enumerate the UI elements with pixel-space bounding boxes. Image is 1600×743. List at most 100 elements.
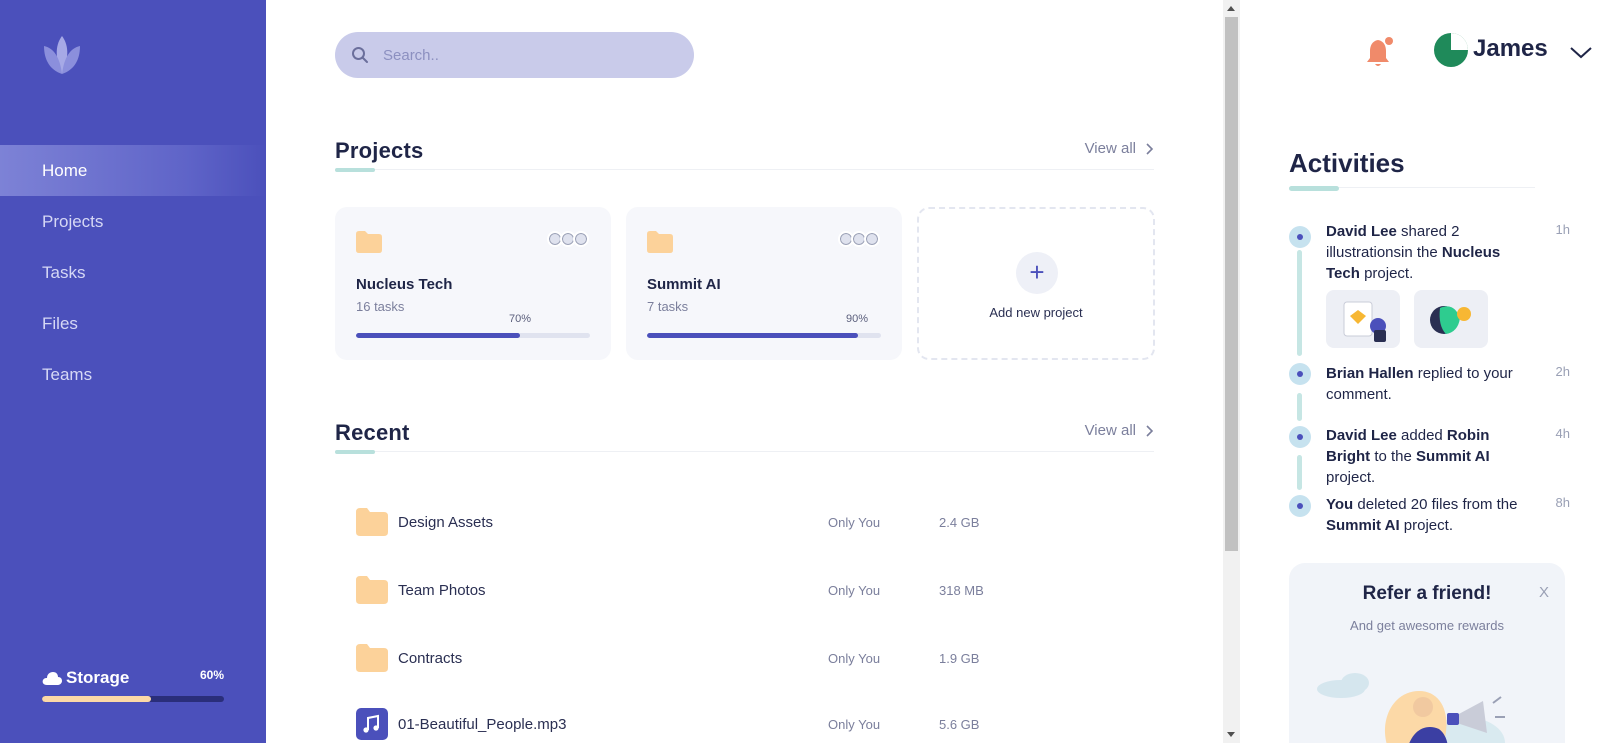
file-access: Only You [828,650,881,666]
folder-icon [356,643,388,673]
timeline-line [1297,393,1302,421]
file-access: Only You [828,716,881,732]
timeline-dot [1289,363,1311,385]
add-new-project-card[interactable]: + Add new project [917,207,1155,360]
projects-view-all-link[interactable]: View all [1085,140,1154,157]
lotus-logo-icon[interactable] [40,34,84,76]
file-name: Team Photos [398,581,486,599]
activity-text: Brian Hallen replied to your comment. [1326,365,1513,403]
folder-icon [647,231,673,253]
refer-title: Refer a friend! [1362,583,1492,604]
activity-text: David Lee shared 2 illustrationsin the N… [1326,223,1501,282]
project-task-count: 16 tasks [356,299,405,314]
scroll-down-arrow-icon[interactable] [1227,732,1235,737]
activity-text: David Lee added Robin Bright to the Summ… [1326,427,1490,486]
project-task-count: 7 tasks [647,299,689,314]
file-row[interactable]: Team Photos Only You 318 MB [356,570,1146,610]
scrollbar[interactable] [1223,0,1240,743]
project-progress-fill [356,333,520,338]
search-icon [352,47,368,63]
file-row[interactable]: 01-Beautiful_People.mp3 Only You 5.6 GB [356,704,1146,743]
scroll-up-arrow-icon[interactable] [1227,6,1235,11]
timeline-dot [1289,226,1311,248]
file-size: 1.9 GB [939,650,980,666]
nav-item-home[interactable]: Home [0,145,266,196]
chevron-right-icon [1146,142,1154,155]
nav-item-files[interactable]: Files [0,298,266,349]
storage-bar [42,696,224,702]
project-progress-bar [647,333,881,338]
notification-bell-icon[interactable] [1365,36,1395,70]
storage-label: Storage [66,668,130,687]
file-access: Only You [828,514,881,530]
plus-icon[interactable]: + [1016,252,1058,294]
member-avatars [838,231,880,247]
activities-title: Activities [1289,148,1405,178]
file-size: 318 MB [939,582,984,598]
file-row[interactable]: Contracts Only You 1.9 GB [356,638,1146,678]
main-content: Projects View all Nucleus Tech 16 tasks … [266,0,1223,743]
activity-panel: James Activities David Lee shared 2 illu… [1240,0,1600,743]
project-progress-label: 90% [846,313,869,325]
music-icon [356,708,388,740]
megaphone-illustration [1317,673,1505,743]
refer-subtitle: And get awesome rewards [1350,618,1504,633]
recent-view-all-label: View all [1084,422,1136,439]
illustration-thumbnail[interactable] [1326,290,1400,348]
recent-header: Recent View all [335,420,1154,454]
search-input[interactable] [383,46,663,64]
chevron-down-icon[interactable] [1570,47,1592,59]
search-bar[interactable] [335,32,694,78]
file-name: 01-Beautiful_People.mp3 [398,715,567,733]
storage-widget: Storage 60% [42,668,224,702]
activities-title-underline [1289,186,1339,191]
folder-icon [356,231,382,253]
file-size: 5.6 GB [939,716,980,732]
sidebar: Home Projects Tasks Files Teams Storage … [0,0,266,743]
timeline-dot [1289,495,1311,517]
projects-title: Projects [335,138,424,163]
timeline-line [1297,250,1302,356]
project-progress-bar [356,333,590,338]
project-card-summit-ai[interactable]: Summit AI 7 tasks 90% [626,207,902,360]
cloud-icon [42,672,62,685]
storage-bar-fill [42,696,152,702]
activity-text: You deleted 20 files from the Summit AI … [1326,496,1518,534]
timeline-line [1297,455,1302,490]
member-avatars [547,231,589,247]
nav-item-projects[interactable]: Projects [0,196,266,247]
user-name[interactable]: James [1473,35,1548,63]
activity-time: 2h [1555,364,1570,379]
folder-icon [356,507,388,537]
project-name: Summit AI [647,276,721,293]
project-progress-label: 70% [509,313,532,325]
illustration-thumbnail[interactable] [1414,290,1488,348]
close-icon[interactable]: X [1539,584,1549,601]
timeline-dot [1289,426,1311,448]
sidebar-nav: Home Projects Tasks Files Teams [0,145,266,400]
add-new-project-label: Add new project [989,305,1083,320]
activity-time: 8h [1555,495,1570,510]
file-name: Contracts [398,649,463,667]
recent-title-underline [335,450,375,454]
nav-item-tasks[interactable]: Tasks [0,247,266,298]
user-avatar[interactable] [1433,32,1469,68]
project-progress-fill [647,333,858,338]
recent-view-all-link[interactable]: View all [1085,422,1154,439]
storage-title: Storage [42,668,129,688]
folder-icon [356,575,388,605]
projects-title-underline [335,168,375,172]
nav-item-teams[interactable]: Teams [0,349,266,400]
project-name: Nucleus Tech [356,276,453,293]
storage-percent: 60% [199,668,224,682]
file-access: Only You [828,582,881,598]
file-size: 2.4 GB [939,514,980,530]
chevron-right-icon [1146,424,1154,437]
activity-time: 4h [1555,426,1570,441]
file-row[interactable]: Design Assets Only You 2.4 GB [356,502,1146,542]
projects-header: Projects View all [335,138,1154,172]
file-name: Design Assets [398,513,494,531]
scroll-thumb[interactable] [1225,17,1238,551]
project-card-nucleus-tech[interactable]: Nucleus Tech 16 tasks 70% [335,207,611,360]
projects-view-all-label: View all [1084,140,1136,157]
